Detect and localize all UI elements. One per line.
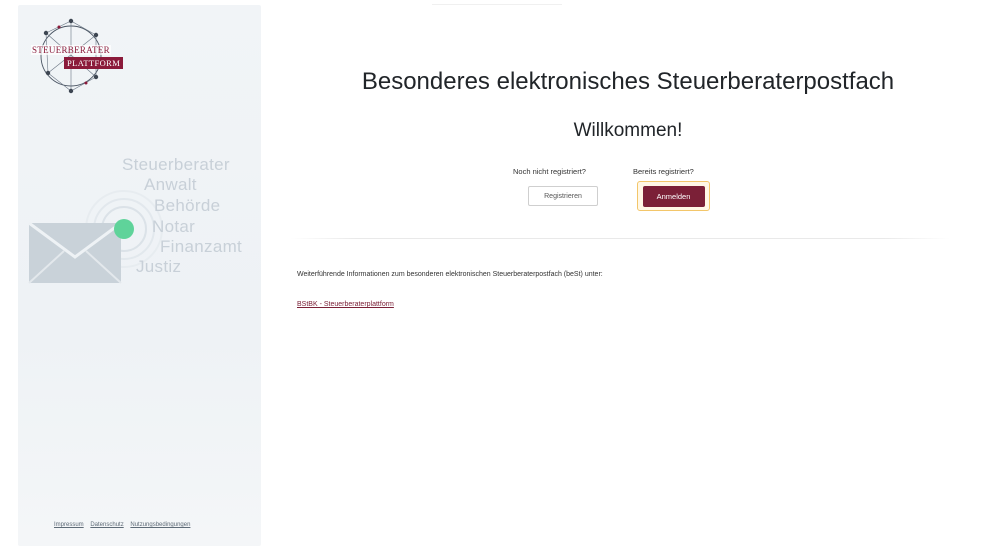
- page-title: Besonderes elektronisches Steuerberaterp…: [361, 68, 895, 95]
- login-prompt: Bereits registriert?: [633, 167, 694, 176]
- register-prompt: Noch nicht registriert?: [513, 167, 586, 176]
- welcome-heading: Willkommen!: [573, 120, 683, 141]
- footer-link-impressum[interactable]: Impressum: [54, 522, 84, 528]
- logo-text-plattform: PLATTFORM: [64, 57, 124, 69]
- top-divider: [432, 4, 562, 5]
- login-button-focus-ring: Anmelden: [637, 181, 710, 211]
- illustration-word: Finanzamt: [160, 237, 243, 256]
- illustration-word: Notar: [152, 217, 196, 236]
- section-divider: [290, 238, 950, 239]
- logo-text-steuerberater: STEUERBERATER: [31, 45, 111, 55]
- page: STEUERBERATER PLATTFORM Steuerberater An…: [0, 0, 991, 546]
- illustration-word: Steuerberater: [122, 155, 230, 174]
- steuerberater-plattform-logo[interactable]: STEUERBERATER PLATTFORM: [26, 13, 136, 95]
- bstbk-link[interactable]: BStBK - Steuerberaterplattform: [297, 301, 394, 308]
- illustration-word: Anwalt: [144, 175, 197, 194]
- footer-link-nutzungsbedingungen[interactable]: Nutzungsbedingungen: [130, 522, 190, 528]
- register-button[interactable]: Registrieren: [528, 186, 598, 206]
- illustration-word: Behörde: [154, 196, 221, 215]
- login-button[interactable]: Anmelden: [642, 185, 705, 207]
- info-text: Weiterführende Informationen zum besonde…: [297, 271, 603, 278]
- footer-link-datenschutz[interactable]: Datenschutz: [90, 522, 123, 528]
- mail-illustration: Steuerberater Anwalt Behörde Notar Finan…: [26, 145, 261, 295]
- footer-links: Impressum Datenschutz Nutzungsbedingunge…: [54, 522, 195, 528]
- illustration-word: Justiz: [136, 257, 182, 276]
- sidebar: STEUERBERATER PLATTFORM Steuerberater An…: [18, 5, 261, 546]
